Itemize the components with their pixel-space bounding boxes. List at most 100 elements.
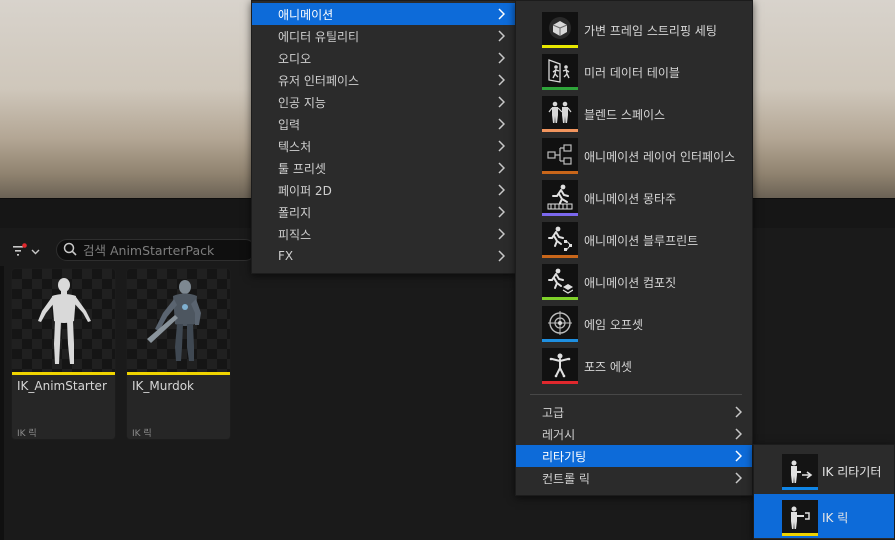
menu-item-physics[interactable]: 피직스: [252, 223, 515, 245]
menu-item-aim-offset[interactable]: 에임 오프셋: [516, 303, 752, 345]
chevron-right-icon: [498, 74, 505, 86]
montage-icon: [547, 184, 573, 210]
composite-icon: [548, 268, 573, 294]
chevron-right-icon: [498, 96, 505, 108]
menu-item-ik-rig[interactable]: IK 릭: [754, 494, 894, 538]
chevron-right-icon: [498, 228, 505, 240]
menu-item-editor-utility[interactable]: 에디터 유틸리티: [252, 25, 515, 47]
animation-submenu: 가변 프레임 스트리핑 세팅 미러 데이터 테이블 블렌드 스페이스 애니메이션…: [515, 0, 753, 496]
category-stripe: [782, 533, 818, 536]
create-asset-menu: 애니메이션 에디터 유틸리티 오디오 유저 인터페이스 인공 지능 입력 텍스처…: [251, 0, 516, 274]
menu-item-label: 페이퍼 2D: [278, 183, 332, 198]
menu-item-foliage[interactable]: 폴리지: [252, 201, 515, 223]
menu-item-label: 오디오: [278, 51, 312, 66]
menu-item-label: 블렌드 스페이스: [584, 108, 666, 122]
filter-icon: [12, 242, 28, 260]
chevron-right-icon: [498, 30, 505, 42]
blend-space-icon: [548, 101, 572, 123]
menu-item-label: 에디터 유틸리티: [278, 29, 360, 44]
asset-type-color-bar: [127, 372, 230, 375]
pose-asset-icon: [549, 353, 571, 378]
menu-item-label: 유저 인터페이스: [278, 73, 360, 88]
category-stripe: [542, 87, 578, 90]
asset-type-label: IK 릭: [17, 429, 37, 439]
chevron-right-icon: [498, 140, 505, 152]
asset-type-label: IK 릭: [132, 429, 152, 439]
asset-type-color-bar: [12, 372, 115, 375]
menu-item-input[interactable]: 입력: [252, 113, 515, 135]
menu-item-variable-frame-stripping-settings[interactable]: 가변 프레임 스트리핑 세팅: [516, 9, 752, 51]
filter-button[interactable]: [12, 241, 48, 261]
menu-item-label: 입력: [278, 117, 301, 132]
menu-item-label: FX: [278, 249, 294, 263]
menu-item-label: 텍스처: [278, 139, 312, 154]
chevron-right-icon: [735, 406, 742, 418]
menu-item-label: 애니메이션 컴포짓: [584, 276, 677, 290]
aim-offset-icon: [548, 311, 572, 335]
category-stripe: [542, 381, 578, 384]
menu-separator: [530, 394, 742, 395]
chevron-right-icon: [498, 118, 505, 130]
ik-rig-icon: [791, 506, 810, 529]
category-stripe: [782, 487, 818, 490]
anim-blueprint-icon: [548, 226, 572, 251]
chevron-right-icon: [735, 428, 742, 440]
chevron-right-icon: [498, 206, 505, 218]
category-stripe: [542, 297, 578, 300]
menu-item-label: 툴 프리셋: [278, 161, 326, 176]
menu-item-control-rig[interactable]: 컨트롤 릭: [516, 467, 752, 489]
menu-item-tool-presets[interactable]: 툴 프리셋: [252, 157, 515, 179]
chevron-right-icon: [735, 450, 742, 462]
menu-item-label: 피직스: [278, 227, 312, 242]
category-stripe: [542, 213, 578, 216]
menu-item-retargeting[interactable]: 리타기팅: [516, 445, 752, 467]
menu-item-audio[interactable]: 오디오: [252, 47, 515, 69]
menu-item-animation-blueprint[interactable]: 애니메이션 블루프린트: [516, 219, 752, 261]
menu-item-mirror-data-table[interactable]: 미러 데이터 테이블: [516, 51, 752, 93]
category-stripe: [542, 129, 578, 132]
menu-item-label: 미러 데이터 테이블: [584, 66, 680, 80]
menu-item-artificial-intelligence[interactable]: 인공 지능: [252, 91, 515, 113]
menu-item-ik-retargeter[interactable]: IK 리타기터: [754, 448, 894, 492]
chevron-right-icon: [735, 472, 742, 484]
ik-retargeter-icon: [791, 460, 813, 483]
menu-item-animation-composite[interactable]: 애니메이션 컴포짓: [516, 261, 752, 303]
chevron-down-icon: [31, 244, 40, 258]
asset-thumbnail: [127, 269, 230, 373]
menu-item-paper-2d[interactable]: 페이퍼 2D: [252, 179, 515, 201]
menu-item-animation-montage[interactable]: 애니메이션 몽타주: [516, 177, 752, 219]
asset-tile-ik-murdok[interactable]: IK_Murdok IK 릭: [126, 268, 231, 440]
menu-item-user-interface[interactable]: 유저 인터페이스: [252, 69, 515, 91]
menu-item-animation-layer-interface[interactable]: 애니메이션 레이어 인터페이스: [516, 135, 752, 177]
mirror-table-icon: [548, 59, 570, 83]
asset-name: IK_AnimStarter: [17, 379, 107, 393]
menu-item-label: 레거시: [542, 427, 576, 442]
layer-interface-icon: [547, 144, 572, 165]
search-input[interactable]: [83, 242, 243, 258]
chevron-right-icon: [498, 250, 505, 262]
sources-panel-divider[interactable]: [0, 266, 4, 540]
menu-item-blend-space[interactable]: 블렌드 스페이스: [516, 93, 752, 135]
menu-item-texture[interactable]: 텍스처: [252, 135, 515, 157]
asset-tile-ik-animstarter[interactable]: IK_AnimStarter IK 릭: [11, 268, 116, 440]
menu-item-label: 컨트롤 릭: [542, 471, 590, 486]
search-box[interactable]: [56, 239, 256, 261]
menu-item-advanced[interactable]: 고급: [516, 401, 752, 423]
menu-item-legacy[interactable]: 레거시: [516, 423, 752, 445]
menu-item-label: 애니메이션 블루프린트: [584, 234, 699, 248]
menu-item-pose-asset[interactable]: 포즈 에셋: [516, 345, 752, 387]
asset-name: IK_Murdok: [132, 379, 194, 393]
murdok-character-icon: [147, 280, 201, 361]
menu-item-label: 에임 오프셋: [584, 318, 644, 332]
menu-item-label: 리타기팅: [542, 449, 587, 464]
category-stripe: [542, 339, 578, 342]
menu-item-label: 애니메이션 몽타주: [584, 192, 677, 206]
menu-item-animation[interactable]: 애니메이션: [252, 3, 515, 25]
retargeting-submenu: IK 리타기터 IK 릭: [753, 444, 895, 540]
chevron-right-icon: [498, 52, 505, 64]
asset-thumbnail: [12, 269, 115, 373]
menu-item-label: 애니메이션 레이어 인터페이스: [584, 150, 736, 164]
menu-item-fx[interactable]: FX: [252, 245, 515, 267]
category-stripe: [542, 255, 578, 258]
chevron-right-icon: [498, 162, 505, 174]
